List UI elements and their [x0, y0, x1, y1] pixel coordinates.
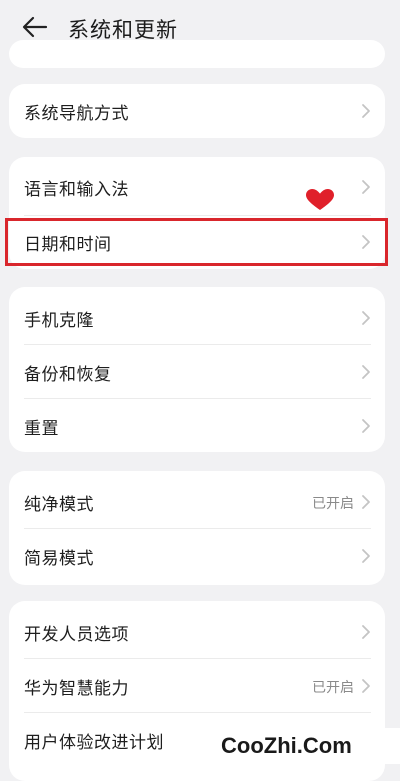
settings-item-huawei-intelligence[interactable]: 华为智慧能力 已开启	[9, 659, 385, 713]
chevron-right-icon	[362, 311, 370, 325]
settings-item-date-time[interactable]: 日期和时间	[9, 215, 385, 269]
previous-card-edge	[9, 40, 385, 68]
settings-item-label: 手机克隆	[24, 311, 94, 331]
chevron-right-icon	[362, 235, 370, 249]
settings-item-label: 用户体验改进计划	[24, 733, 164, 753]
heart-icon	[306, 189, 334, 210]
settings-item-label: 华为智慧能力	[24, 679, 129, 699]
settings-item-system-navigation[interactable]: 系统导航方式	[9, 84, 385, 138]
settings-group-modes: 纯净模式 已开启 简易模式	[9, 471, 385, 585]
settings-group-navigation: 系统导航方式	[9, 84, 385, 138]
arrow-left-icon[interactable]	[22, 16, 48, 38]
settings-item-label: 简易模式	[24, 549, 94, 569]
settings-item-label: 开发人员选项	[24, 625, 129, 645]
settings-item-backup-restore[interactable]: 备份和恢复	[9, 345, 385, 399]
settings-item-developer-options[interactable]: 开发人员选项	[9, 605, 385, 659]
settings-item-label: 语言和输入法	[24, 180, 129, 200]
settings-item-simple-mode[interactable]: 简易模式	[9, 529, 385, 583]
settings-item-pure-mode[interactable]: 纯净模式 已开启	[9, 475, 385, 529]
chevron-right-icon	[362, 679, 370, 693]
settings-item-reset[interactable]: 重置	[9, 399, 385, 452]
chevron-right-icon	[362, 549, 370, 563]
settings-item-phone-clone[interactable]: 手机克隆	[9, 291, 385, 345]
chevron-right-icon	[362, 625, 370, 639]
status-text: 已开启	[312, 680, 354, 696]
settings-group-backup: 手机克隆 备份和恢复 重置	[9, 287, 385, 452]
chevron-right-icon	[362, 104, 370, 118]
chevron-right-icon	[362, 495, 370, 509]
chevron-right-icon	[362, 419, 370, 433]
settings-item-label: 重置	[24, 419, 59, 439]
settings-item-label: 系统导航方式	[24, 104, 129, 124]
settings-item-label: 日期和时间	[24, 235, 112, 255]
watermark: CooZhi.Com	[218, 728, 400, 764]
settings-item-label: 纯净模式	[24, 495, 94, 515]
settings-group-language-time: 语言和输入法 日期和时间	[9, 157, 385, 269]
chevron-right-icon	[362, 180, 370, 194]
chevron-right-icon	[362, 365, 370, 379]
status-text: 已开启	[312, 496, 354, 512]
watermark-text: CooZhi.Com	[221, 733, 352, 758]
settings-item-label: 备份和恢复	[24, 365, 112, 385]
